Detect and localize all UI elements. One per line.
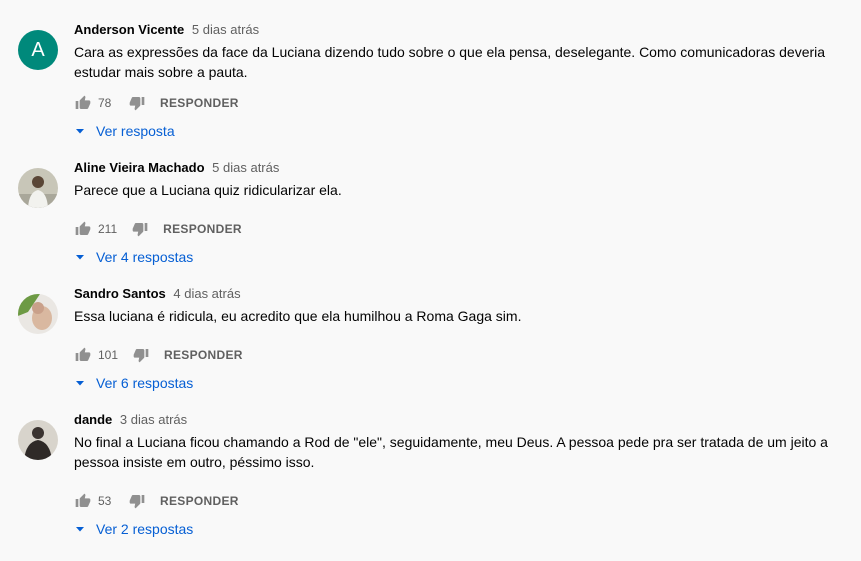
like-button[interactable] — [74, 346, 92, 364]
reply-button[interactable]: RESPONDER — [160, 494, 239, 508]
user-photo-icon — [18, 294, 58, 334]
avatar[interactable] — [18, 294, 58, 334]
comment-actions: 101 RESPONDER — [74, 343, 243, 367]
comment-header: Anderson Vicente 5 dias atrás — [74, 21, 259, 39]
comment-actions: 78 RESPONDER — [74, 91, 239, 115]
view-replies-button[interactable]: Ver resposta — [74, 121, 175, 141]
comment-header: dande 3 dias atrás — [74, 411, 187, 429]
comment-actions: 53 RESPONDER — [74, 489, 239, 513]
comment-time[interactable]: 5 dias atrás — [212, 160, 279, 175]
comment-text-line: No final a Luciana ficou chamando a Rod … — [74, 434, 828, 450]
view-replies-label: Ver 2 respostas — [96, 521, 194, 537]
thumbs-down-icon — [129, 495, 145, 509]
author-name[interactable]: Anderson Vicente — [74, 22, 184, 37]
comment-text-line: Essa luciana é ridicula, eu acredito que… — [74, 308, 522, 324]
comment-text-line: Cara as expressões da face da Luciana di… — [74, 44, 826, 60]
dislike-button[interactable] — [128, 94, 146, 112]
like-count: 78 — [98, 96, 112, 110]
avatar[interactable] — [18, 168, 58, 208]
reply-button[interactable]: RESPONDER — [164, 348, 243, 362]
comment-thread: dande 3 dias atrás No final a Luciana fi… — [0, 408, 861, 537]
comment-actions: 211 RESPONDER — [74, 217, 242, 241]
comment-header: Aline Vieira Machado 5 dias atrás — [74, 159, 279, 177]
like-button[interactable] — [74, 94, 92, 112]
reply-button[interactable]: RESPONDER — [163, 222, 242, 236]
comment-text-line: Parece que a Luciana quiz ridicularizar … — [74, 182, 342, 198]
avatar[interactable]: A — [18, 30, 58, 70]
author-name[interactable]: Aline Vieira Machado — [74, 160, 205, 175]
like-button[interactable] — [74, 220, 92, 238]
author-name[interactable]: dande — [74, 412, 112, 427]
caret-down-icon — [76, 527, 84, 532]
thumbs-down-icon — [132, 223, 148, 237]
view-replies-label: Ver resposta — [96, 123, 175, 139]
caret-down-icon — [76, 381, 84, 386]
like-count: 53 — [98, 494, 112, 508]
comment-thread: A Anderson Vicente 5 dias atrás Cara as … — [0, 18, 861, 144]
comment-time[interactable]: 5 dias atrás — [192, 22, 259, 37]
view-replies-button[interactable]: Ver 4 respostas — [74, 247, 193, 267]
dislike-button[interactable] — [128, 492, 146, 510]
comment-text-line: pessoa insiste em outro, péssimo isso. — [74, 454, 315, 470]
like-count: 101 — [98, 348, 119, 362]
comment-text: Parece que a Luciana quiz ridicularizar … — [74, 180, 834, 200]
dislike-button[interactable] — [132, 346, 150, 364]
user-photo-icon — [18, 420, 58, 460]
comment-header: Sandro Santos 4 dias atrás — [74, 285, 241, 303]
view-replies-button[interactable]: Ver 2 respostas — [74, 519, 193, 539]
user-photo-icon — [18, 168, 58, 208]
view-replies-label: Ver 6 respostas — [96, 375, 194, 391]
thumbs-down-icon — [133, 349, 149, 363]
author-name[interactable]: Sandro Santos — [74, 286, 166, 301]
like-button[interactable] — [74, 492, 92, 510]
thumbs-up-icon — [75, 221, 91, 235]
caret-down-icon — [76, 129, 84, 134]
view-replies-button[interactable]: Ver 6 respostas — [74, 373, 193, 393]
comment-text: No final a Luciana ficou chamando a Rod … — [74, 432, 834, 472]
dislike-button[interactable] — [131, 220, 149, 238]
comment-time[interactable]: 4 dias atrás — [173, 286, 240, 301]
thumbs-down-icon — [129, 97, 145, 111]
comment-thread: Aline Vieira Machado 5 dias atrás Parece… — [0, 156, 861, 282]
like-count: 211 — [98, 222, 118, 236]
comment-time[interactable]: 3 dias atrás — [120, 412, 187, 427]
comment-thread: Sandro Santos 4 dias atrás Essa luciana … — [0, 282, 861, 408]
reply-button[interactable]: RESPONDER — [160, 96, 239, 110]
comment-text: Essa luciana é ridicula, eu acredito que… — [74, 306, 834, 326]
caret-down-icon — [76, 255, 84, 260]
thumbs-up-icon — [75, 347, 91, 361]
comment-text: Cara as expressões da face da Luciana di… — [74, 42, 834, 82]
thumbs-up-icon — [75, 95, 91, 109]
comment-text-line: estudar mais sobre a pauta. — [74, 64, 248, 80]
thumbs-up-icon — [75, 493, 91, 507]
view-replies-label: Ver 4 respostas — [96, 249, 194, 265]
avatar[interactable] — [18, 420, 58, 460]
